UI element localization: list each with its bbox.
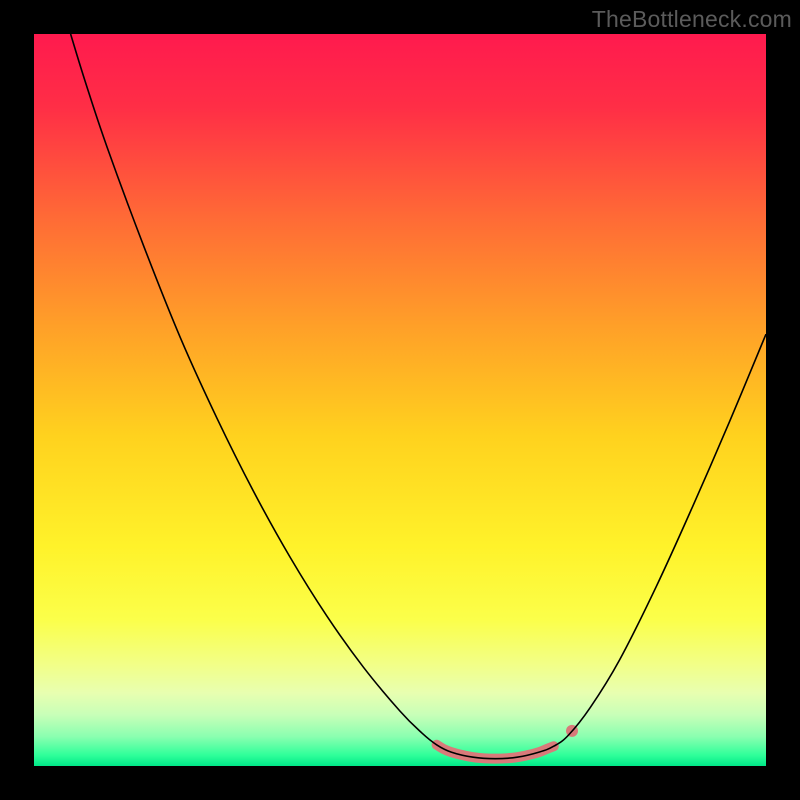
bottleneck-chart [34,34,766,766]
plot-area [34,34,766,766]
chart-frame: TheBottleneck.com [0,0,800,800]
watermark-text: TheBottleneck.com [592,6,792,33]
gradient-background [34,34,766,766]
